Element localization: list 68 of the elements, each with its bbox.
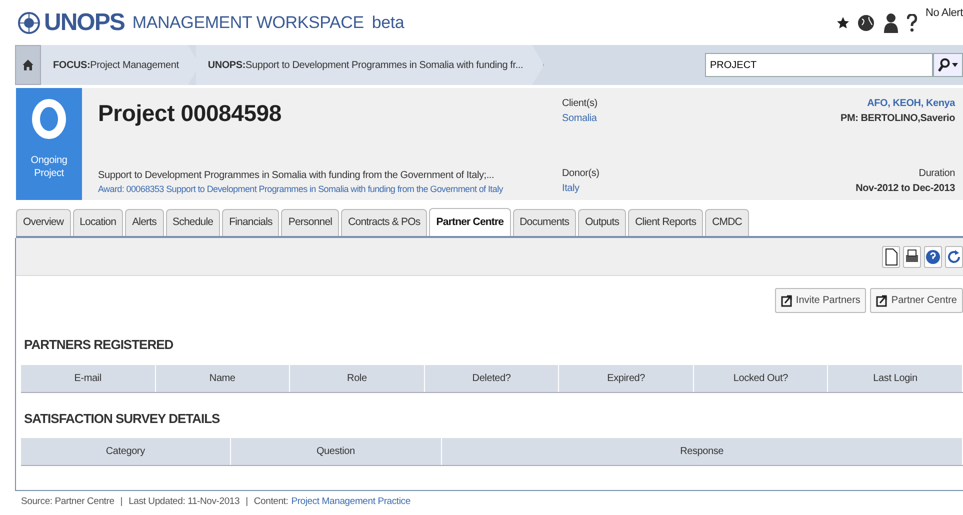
search-field[interactable]: PROJECT bbox=[705, 53, 933, 77]
duration-value: Nov-2012 to Dec-2013 bbox=[856, 182, 955, 196]
column-header: Locked Out? bbox=[694, 364, 828, 392]
tab[interactable]: CMDC bbox=[705, 209, 749, 236]
external-link-icon bbox=[876, 294, 888, 306]
column-header: Name bbox=[156, 364, 290, 392]
footer-link[interactable]: Project Management Practice bbox=[291, 495, 410, 510]
footer-text: Content: bbox=[254, 495, 288, 509]
award-link[interactable]: Award: 00068353 Support to Development Programmes in Somalia with funding from the Government of Italy bbox=[98, 182, 503, 196]
search-button[interactable] bbox=[933, 53, 963, 77]
separator: | bbox=[120, 495, 123, 509]
column-header: Question bbox=[230, 438, 442, 465]
column-header: Last Login bbox=[828, 364, 963, 392]
tab[interactable]: Schedule bbox=[166, 209, 220, 236]
tab[interactable]: Outputs bbox=[578, 209, 626, 236]
tab[interactable]: Partner Centre bbox=[429, 208, 511, 236]
tab[interactable]: Alerts bbox=[125, 209, 164, 236]
column-header: Expired? bbox=[559, 364, 694, 392]
star-icon[interactable] bbox=[837, 16, 850, 28]
field-label: Duration bbox=[918, 167, 955, 181]
print-button[interactable] bbox=[903, 246, 921, 268]
column-header: Category bbox=[21, 438, 231, 465]
new-document-icon bbox=[883, 248, 899, 266]
field-label: Client(s) bbox=[562, 97, 598, 111]
breadcrumb-link[interactable]: UNOPS:Support to Development Programmes in Somalia with funding fr... bbox=[196, 45, 544, 85]
ring-icon bbox=[32, 98, 66, 140]
column-header: E-mail bbox=[21, 364, 156, 392]
tab[interactable]: Contracts & POs bbox=[341, 209, 428, 236]
office-link[interactable]: AFO, KEOH, Kenya bbox=[867, 96, 955, 111]
field-label: Donor(s) bbox=[562, 167, 600, 181]
logo-text: UNOPS bbox=[44, 8, 124, 38]
footer-text: Source: Partner Centre bbox=[21, 495, 114, 509]
app-title: MANAGEMENT WORKSPACE bbox=[132, 12, 364, 34]
refresh-button[interactable] bbox=[945, 246, 963, 268]
column-header: Role bbox=[290, 364, 425, 392]
search-icon bbox=[938, 58, 950, 72]
project-title: Project 00084598 bbox=[98, 99, 282, 128]
globe-emblem-icon bbox=[18, 12, 40, 34]
donor-link[interactable]: Italy bbox=[562, 181, 752, 196]
help-icon[interactable] bbox=[907, 14, 918, 32]
tab[interactable]: Client Reports bbox=[628, 209, 704, 236]
new-document-button[interactable] bbox=[882, 246, 900, 268]
project-manager: PM: BERTOLINO,Saverio bbox=[840, 112, 955, 126]
footer-text: Last Updated: 11-Nov-2013 bbox=[128, 495, 240, 509]
help-icon bbox=[925, 248, 941, 266]
column-header: Response bbox=[442, 438, 963, 465]
home-button[interactable] bbox=[15, 45, 41, 85]
action-button[interactable]: Partner Centre bbox=[870, 288, 963, 313]
section-heading: PARTNERS REGISTERED bbox=[24, 336, 174, 354]
caret-icon bbox=[952, 63, 958, 67]
refresh-icon bbox=[946, 248, 962, 266]
section-heading: SATISFACTION SURVEY DETAILS bbox=[24, 410, 221, 428]
external-link-icon bbox=[780, 294, 792, 306]
action-button[interactable]: Invite Partners bbox=[774, 288, 866, 313]
beta-label: beta bbox=[372, 12, 404, 34]
alerts-link[interactable]: No Alert bbox=[925, 4, 963, 21]
user-icon[interactable] bbox=[883, 12, 900, 32]
tab[interactable]: Documents bbox=[512, 209, 576, 236]
column-header: Deleted? bbox=[424, 364, 560, 392]
client-link[interactable]: Somalia bbox=[562, 111, 752, 126]
tab[interactable]: Overview bbox=[16, 209, 71, 236]
help-button[interactable] bbox=[924, 246, 942, 268]
tab[interactable]: Financials bbox=[222, 209, 280, 236]
project-description: Support to Development Programmes in Somalia with funding from the Government of Italy;... bbox=[98, 168, 496, 182]
tab[interactable]: Personnel bbox=[281, 209, 340, 236]
status-label: Ongoing Project bbox=[30, 154, 68, 180]
tab[interactable]: Location bbox=[72, 209, 124, 236]
separator: | bbox=[246, 495, 248, 509]
